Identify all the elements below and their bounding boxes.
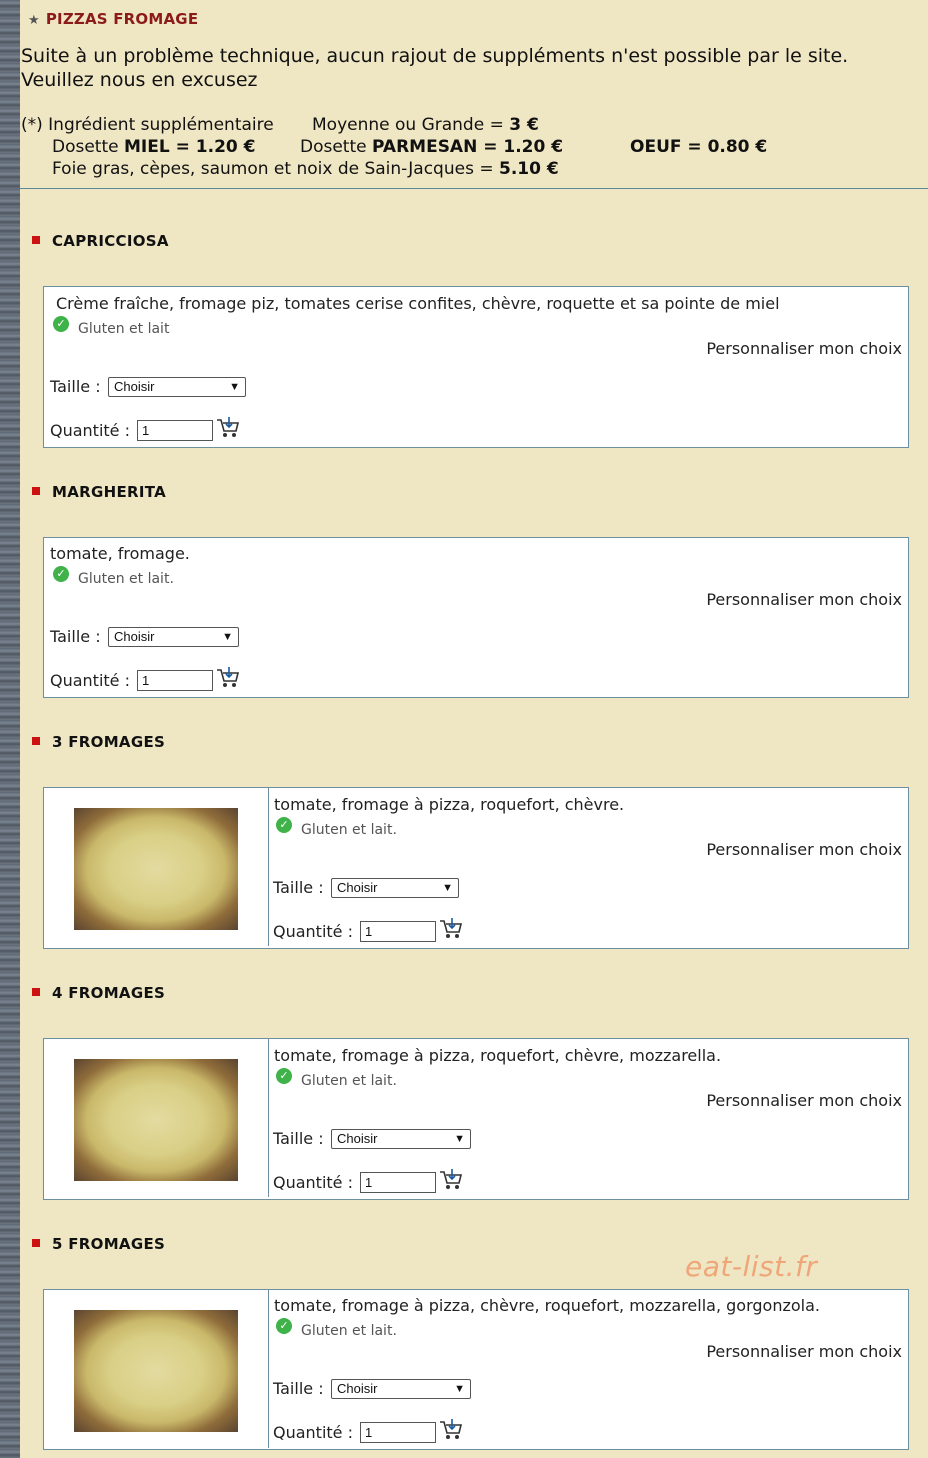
bullet-icon [32, 737, 40, 745]
size-label: Taille : [50, 627, 101, 646]
size-select[interactable]: Choisir ▼ [331, 1129, 471, 1149]
add-to-cart-icon[interactable] [438, 917, 464, 941]
check-circle-icon: ✓ [53, 566, 69, 582]
bullet-icon [32, 1239, 40, 1247]
extra-oeuf-price: OEUF = 0.80 € [630, 137, 768, 157]
pizza-photo [74, 1310, 238, 1432]
quantity-label: Quantité : [273, 1173, 353, 1192]
star-icon: ★ [28, 13, 40, 28]
bullet-icon [32, 487, 40, 495]
quantity-input[interactable]: 1 [360, 1172, 436, 1193]
item-title-4-fromages: 4 FROMAGES [32, 984, 165, 1002]
size-select[interactable]: Choisir ▼ [331, 878, 459, 898]
size-label: Taille : [50, 377, 101, 396]
chevron-down-icon: ▼ [442, 882, 453, 894]
item-card-5-fromages: tomate, fromage à pizza, chèvre, roquefo… [43, 1289, 909, 1450]
extra-premium-price: Foie gras, cèpes, saumon et noix de Sain… [52, 159, 559, 179]
category-title: ★ PIZZAS FROMAGE [28, 10, 199, 28]
item-card-capricciosa: Crème fraîche, fromage piz, tomates ceri… [43, 286, 909, 448]
quantity-label: Quantité : [273, 922, 353, 941]
item-card-4-fromages: tomate, fromage à pizza, roquefort, chèv… [43, 1038, 909, 1200]
allergen-info: Gluten et lait. [301, 822, 397, 838]
item-title-3-fromages: 3 FROMAGES [32, 733, 165, 751]
item-card-3-fromages: tomate, fromage à pizza, roquefort, chèv… [43, 787, 909, 949]
pizza-photo [74, 808, 238, 930]
item-title-5-fromages: 5 FROMAGES [32, 1235, 165, 1253]
photo-cell [44, 1290, 269, 1448]
quantity-label: Quantité : [50, 671, 130, 690]
watermark: eat-list.fr [685, 1250, 818, 1283]
extra-miel-price: Dosette MIEL = 1.20 € [52, 137, 256, 157]
check-circle-icon: ✓ [276, 817, 292, 833]
check-circle-icon: ✓ [276, 1318, 292, 1334]
photo-cell [44, 1039, 269, 1197]
customize-link[interactable]: Personnaliser mon choix [706, 840, 902, 859]
item-description: Crème fraîche, fromage piz, tomates ceri… [56, 294, 780, 313]
item-description: tomate, fromage à pizza, roquefort, chèv… [274, 795, 625, 814]
add-to-cart-icon[interactable] [215, 666, 241, 690]
left-border-strip [0, 0, 20, 1458]
quantity-input[interactable]: 1 [137, 420, 213, 441]
bullet-icon [32, 236, 40, 244]
size-select[interactable]: Choisir ▼ [331, 1379, 471, 1399]
customize-link[interactable]: Personnaliser mon choix [706, 590, 902, 609]
technical-notice: Suite à un problème technique, aucun raj… [21, 44, 848, 92]
divider [20, 188, 928, 189]
photo-cell [44, 788, 269, 946]
chevron-down-icon: ▼ [454, 1383, 465, 1395]
allergen-info: Gluten et lait. [78, 571, 174, 587]
page-content: ★ PIZZAS FROMAGE Suite à un problème tech… [20, 0, 928, 1458]
item-title-margherita: MARGHERITA [32, 483, 166, 501]
chevron-down-icon: ▼ [229, 381, 240, 393]
allergen-info: Gluten et lait. [301, 1073, 397, 1089]
bullet-icon [32, 988, 40, 996]
customize-link[interactable]: Personnaliser mon choix [706, 1342, 902, 1361]
size-select[interactable]: Choisir ▼ [108, 627, 239, 647]
check-circle-icon: ✓ [53, 316, 69, 332]
quantity-input[interactable]: 1 [137, 670, 213, 691]
notice-line-1: Suite à un problème technique, aucun raj… [21, 45, 849, 67]
quantity-input[interactable]: 1 [360, 921, 436, 942]
customize-link[interactable]: Personnaliser mon choix [706, 339, 902, 358]
chevron-down-icon: ▼ [222, 631, 233, 643]
size-select[interactable]: Choisir ▼ [108, 377, 246, 397]
extra-size-price: Moyenne ou Grande = 3 € [312, 115, 539, 135]
allergen-info: Gluten et lait. [301, 1323, 397, 1339]
chevron-down-icon: ▼ [454, 1133, 465, 1145]
quantity-label: Quantité : [50, 421, 130, 440]
item-description: tomate, fromage à pizza, roquefort, chèv… [274, 1046, 722, 1065]
check-circle-icon: ✓ [276, 1068, 292, 1084]
customize-link[interactable]: Personnaliser mon choix [706, 1091, 902, 1110]
add-to-cart-icon[interactable] [438, 1418, 464, 1442]
item-card-margherita: tomate, fromage. ✓ Gluten et lait. Perso… [43, 537, 909, 698]
add-to-cart-icon[interactable] [438, 1168, 464, 1192]
extra-parmesan-price: Dosette PARMESAN = 1.20 € [300, 137, 564, 157]
item-description: tomate, fromage. [50, 544, 190, 563]
pizza-photo [74, 1059, 238, 1181]
allergen-info: Gluten et lait [78, 321, 170, 337]
size-label: Taille : [273, 1379, 324, 1398]
size-label: Taille : [273, 878, 324, 897]
notice-line-2: Veuillez nous en excusez [21, 69, 258, 91]
item-title-capricciosa: CAPRICCIOSA [32, 232, 169, 250]
extra-line-1: (*) Ingrédient supplémentaire [21, 115, 274, 135]
quantity-input[interactable]: 1 [360, 1422, 436, 1443]
size-label: Taille : [273, 1129, 324, 1148]
item-description: tomate, fromage à pizza, chèvre, roquefo… [274, 1296, 820, 1315]
quantity-label: Quantité : [273, 1423, 353, 1442]
add-to-cart-icon[interactable] [215, 416, 241, 440]
